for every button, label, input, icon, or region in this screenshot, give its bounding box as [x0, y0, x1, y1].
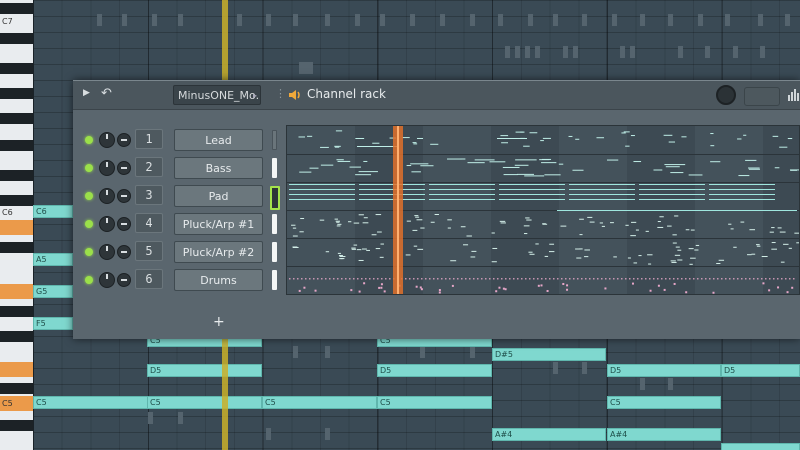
channel-rack-window[interactable]: ▶ ↶ MinusONE_Mo.. ▸ ⋮ Channel rack 1 Lea… — [73, 80, 800, 339]
pan-knob[interactable] — [117, 273, 131, 287]
mixer-track-number[interactable]: 6 — [135, 269, 163, 289]
channel-select[interactable] — [272, 158, 277, 178]
mixer-track-number[interactable]: 4 — [135, 213, 163, 233]
mixer-track-number[interactable]: 3 — [135, 185, 163, 205]
piano-keyboard[interactable]: C7 C6 C5 — [0, 0, 34, 450]
volume-knob[interactable] — [99, 132, 115, 148]
pan-knob[interactable] — [117, 189, 131, 203]
channel-name-button[interactable]: Drums — [174, 269, 263, 291]
key-label-c7: C7 — [2, 17, 13, 26]
active-key — [0, 220, 33, 235]
volume-knob[interactable] — [99, 272, 115, 288]
channel-select[interactable] — [272, 242, 277, 262]
channel-select[interactable] — [272, 130, 277, 150]
note[interactable]: C5 — [147, 396, 262, 409]
note[interactable]: A#4 — [607, 428, 721, 441]
channel-mute-led[interactable] — [85, 192, 93, 200]
channel-select[interactable] — [272, 214, 277, 234]
note[interactable]: C5 — [607, 396, 721, 409]
preset-selector[interactable]: MinusONE_Mo.. ▸ — [173, 85, 261, 105]
pan-knob[interactable] — [117, 217, 131, 231]
key-label-c5: C5 — [2, 399, 13, 408]
note[interactable]: C5 — [33, 396, 148, 409]
channel-mute-led[interactable] — [85, 276, 93, 284]
swing-knob[interactable] — [716, 85, 736, 105]
volume-knob[interactable] — [99, 160, 115, 176]
note[interactable]: D5 — [377, 364, 492, 377]
undo-icon[interactable]: ↶ — [101, 86, 112, 101]
preset-menu-icon: ▸ — [252, 91, 257, 100]
channel-name-button[interactable]: Pluck/Arp #1 — [174, 213, 263, 235]
pan-knob[interactable] — [117, 133, 131, 147]
graph-editor-icon[interactable] — [788, 89, 800, 101]
note[interactable]: G5 — [33, 285, 73, 298]
channel-mute-led[interactable] — [85, 220, 93, 228]
channel-select-active[interactable] — [270, 186, 280, 210]
active-key — [0, 284, 33, 299]
pan-knob[interactable] — [117, 161, 131, 175]
volume-knob[interactable] — [99, 244, 115, 260]
volume-knob[interactable] — [99, 216, 115, 232]
channel-rack-titlebar[interactable]: ▶ ↶ MinusONE_Mo.. ▸ ⋮ Channel rack — [73, 81, 800, 110]
drag-handle-icon[interactable]: ⋮ — [275, 87, 286, 100]
channel-rack-title: Channel rack — [307, 87, 386, 101]
note[interactable]: D5 — [147, 364, 262, 377]
channel-mute-led[interactable] — [85, 164, 93, 172]
channel-mute-led[interactable] — [85, 136, 93, 144]
mixer-track-number[interactable]: 1 — [135, 129, 163, 149]
note[interactable]: A5 — [33, 253, 73, 266]
pan-knob[interactable] — [117, 245, 131, 259]
channel-mute-led[interactable] — [85, 248, 93, 256]
channel-name-button[interactable]: Pad — [174, 185, 263, 207]
note[interactable]: D5 — [721, 364, 800, 377]
note[interactable]: A#4 — [492, 428, 606, 441]
note[interactable]: C5 — [377, 396, 492, 409]
channel-name-button[interactable]: Lead — [174, 129, 263, 151]
note[interactable]: D#5 — [492, 348, 606, 361]
volume-knob[interactable] — [99, 188, 115, 204]
play-arrow-icon[interactable]: ▶ — [83, 88, 90, 98]
channel-display[interactable] — [744, 87, 780, 106]
add-channel-button[interactable]: + — [213, 314, 225, 330]
note[interactable]: C6 — [33, 205, 73, 218]
note[interactable] — [721, 443, 800, 450]
speaker-icon — [289, 90, 300, 100]
note[interactable]: F5 — [33, 317, 73, 330]
mixer-track-number[interactable]: 5 — [135, 241, 163, 261]
mixer-track-number[interactable]: 2 — [135, 157, 163, 177]
channel-name-button[interactable]: Bass — [174, 157, 263, 179]
channel-name-button[interactable]: Pluck/Arp #2 — [174, 241, 263, 263]
active-key — [0, 362, 33, 377]
key-label-c6: C6 — [2, 208, 13, 217]
preset-name: MinusONE_Mo.. — [178, 89, 261, 102]
pattern-preview[interactable] — [286, 125, 800, 295]
channel-select[interactable] — [272, 270, 277, 290]
note[interactable]: D5 — [607, 364, 721, 377]
note[interactable]: C5 — [262, 396, 377, 409]
